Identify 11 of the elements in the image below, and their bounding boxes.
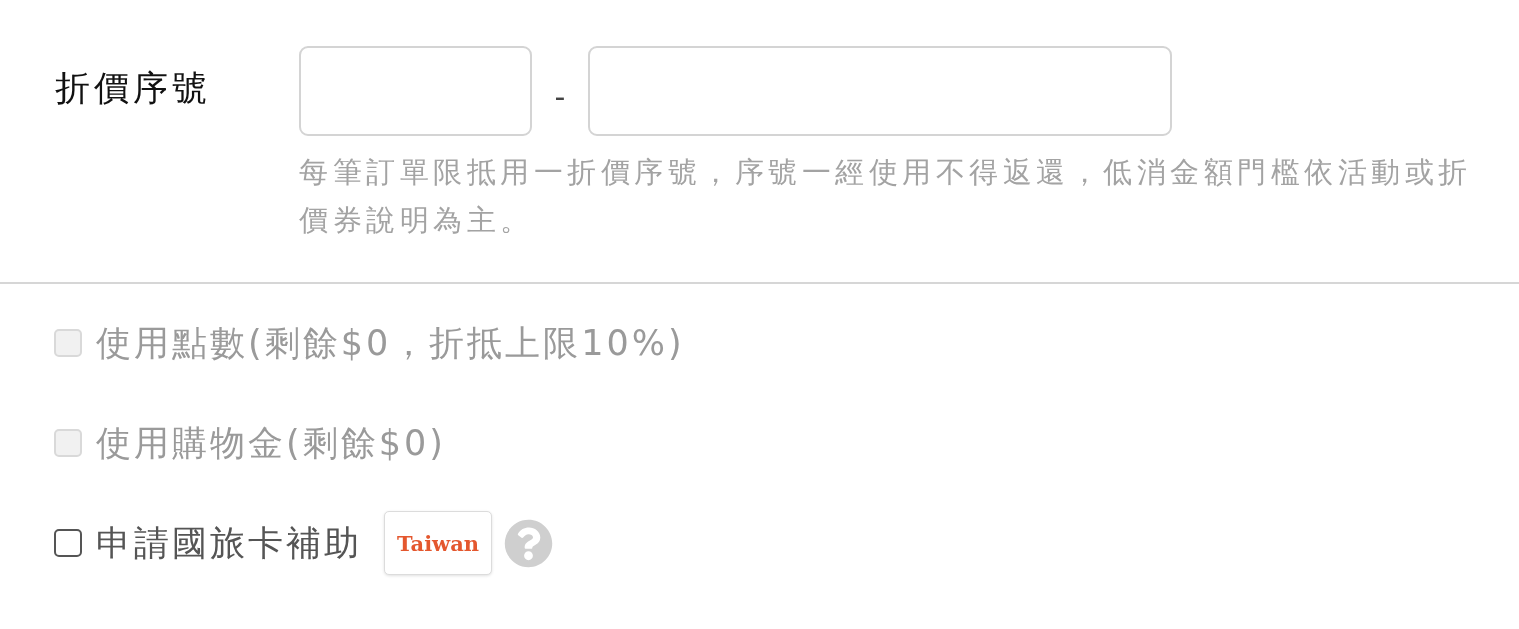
option-label: 使用購物金(剩餘$0) bbox=[96, 421, 446, 465]
option-label: 申請國旅卡補助 bbox=[96, 521, 362, 565]
coupon-label: 折價序號 bbox=[55, 66, 212, 110]
input-field[interactable] bbox=[299, 46, 532, 136]
logo-text: Taiwan bbox=[396, 530, 480, 556]
input-field[interactable] bbox=[588, 46, 1172, 136]
separator-text: - bbox=[553, 77, 567, 114]
checkbox[interactable] bbox=[54, 529, 82, 557]
help-icon[interactable] bbox=[504, 518, 553, 568]
hint-text: 每筆訂單限抵用一折價序號，序號一經使用不得返還，低消金額門檻依活動或折價券說明為主。 bbox=[299, 154, 1473, 239]
option-label: 使用點數(剩餘$0，折抵上限10%) bbox=[96, 321, 685, 365]
